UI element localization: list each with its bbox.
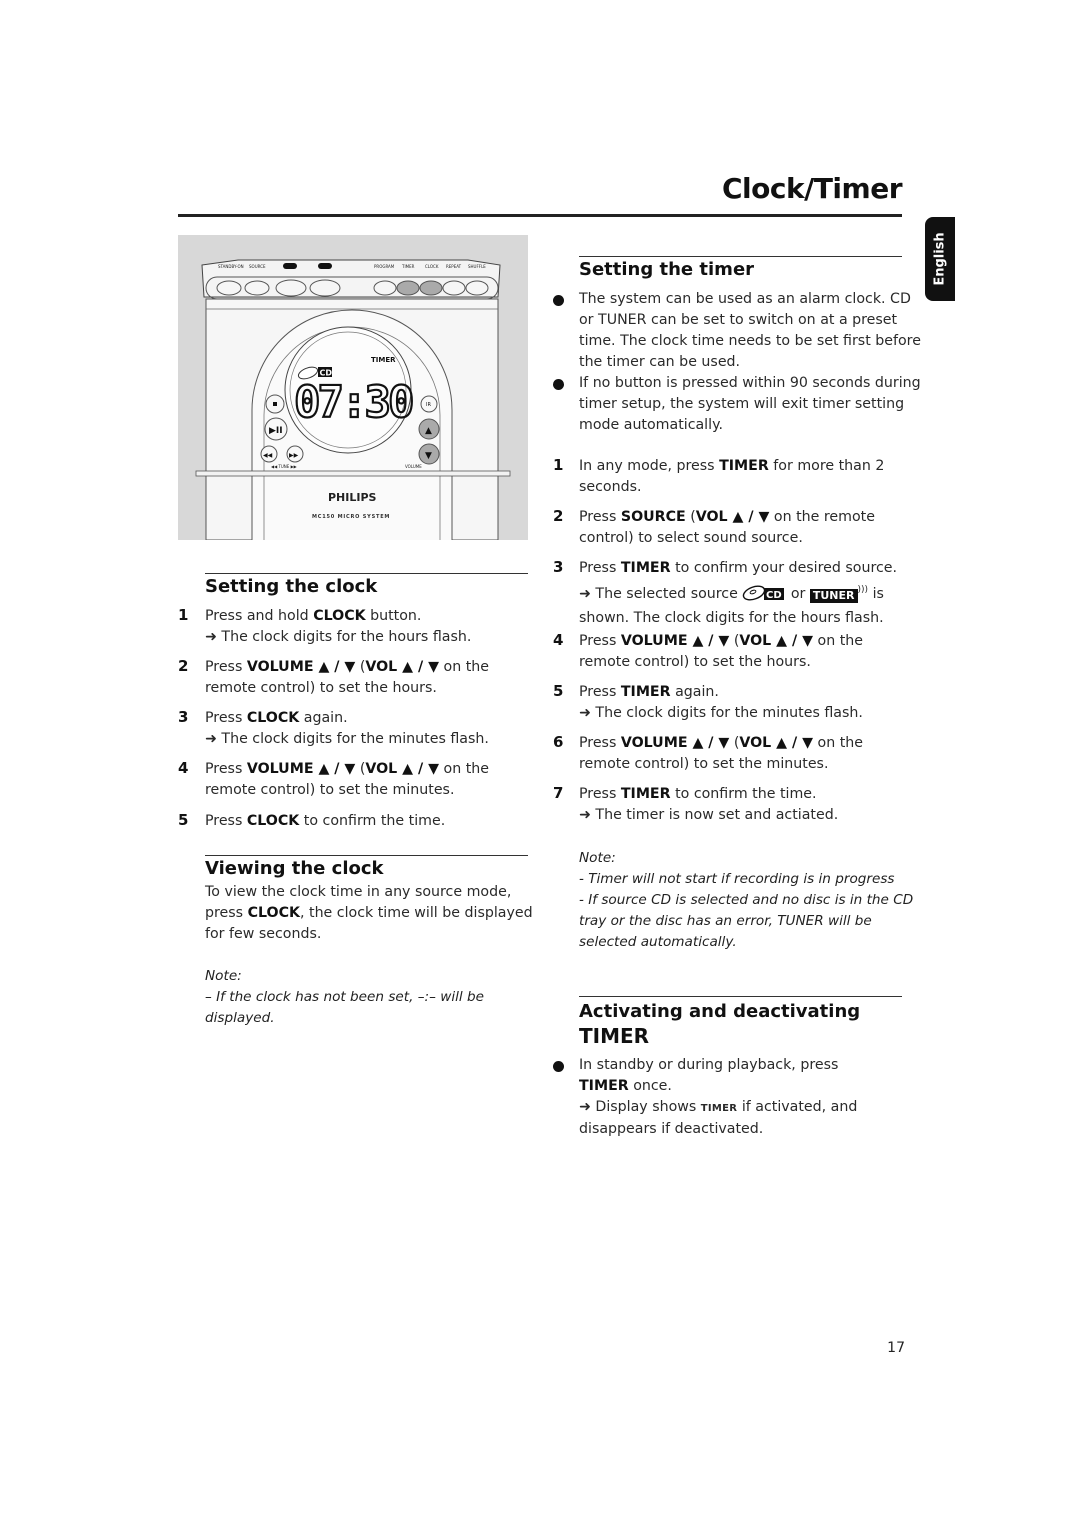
arrow-icon: ➜: [579, 705, 591, 721]
ir-label: IR: [426, 402, 431, 408]
stop-icon: [273, 402, 277, 406]
repeat-button: [442, 280, 466, 296]
label-standby-on: STANDBY-ON: [218, 264, 244, 269]
dbb2-button: [309, 279, 341, 297]
step-text: Press and hold CLOCK button.: [205, 608, 422, 624]
section-rule: [205, 573, 528, 574]
clock-button: [419, 280, 443, 296]
next-icon: ▶▶: [289, 452, 299, 459]
micro-system-drawing: STANDBY-ON SOURCE PROGRAM TIMER CLOCK RE…: [195, 259, 511, 541]
step-number: 3: [178, 708, 189, 726]
program-button: [373, 280, 397, 296]
step-number: 2: [553, 507, 564, 525]
down-triangle-icon: ▼: [425, 451, 432, 461]
cd-source-icon: CD: [742, 585, 786, 608]
step-text: Press VOLUME ▲ / ▼ (VOL ▲ / ▼ on the remo…: [205, 761, 490, 798]
timer-bullet-1: The system can be used as an alarm clock…: [579, 291, 921, 370]
label-clock: CLOCK: [425, 264, 439, 269]
volume-label: VOLUME: [405, 464, 422, 469]
model-name: MC150 MICRO SYSTEM: [312, 514, 390, 520]
label-shuffle: SHUFFLE: [468, 264, 486, 269]
arrow-icon: ➜: [205, 629, 217, 645]
step-text: Press SOURCE (VOL ▲ / ▼ on the remote con…: [579, 509, 875, 546]
arrow-icon: ➜: [579, 586, 591, 602]
viewing-clock-note: Note: – If the clock has not been set, –…: [205, 968, 484, 1026]
bullet-icon: [553, 1061, 564, 1072]
up-triangle-icon: ▲: [425, 426, 432, 436]
prev-icon: ◀◀: [263, 452, 273, 459]
brand-logo: PHILIPS: [328, 491, 377, 504]
section-rule: [579, 256, 902, 257]
section-heading-setting-clock: Setting the clock: [205, 576, 378, 597]
step-number: 1: [553, 456, 564, 474]
title-rule: [178, 214, 902, 217]
step-text: Press TIMER again.: [579, 684, 719, 700]
label-program: PROGRAM: [374, 264, 395, 269]
viewing-clock-text: To view the clock time in any source mod…: [205, 884, 533, 942]
play-pause-icon: ▶II: [269, 426, 283, 436]
bullet-icon: [553, 295, 564, 306]
svg-text:CD: CD: [766, 590, 782, 601]
label-source: SOURCE: [249, 264, 266, 269]
activating-timer-text: In standby or during playback, press TIM…: [579, 1057, 858, 1137]
step-result: ➜ The clock digits for the minutes flash…: [579, 705, 863, 721]
step-number: 4: [553, 631, 564, 649]
step-text: In any mode, press TIMER for more than 2…: [579, 458, 885, 495]
step-result: ➜ The clock digits for the hours flash.: [205, 629, 472, 645]
standby-on-button: [216, 280, 242, 296]
step-text: Press CLOCK to confirm the time.: [205, 813, 446, 829]
timer-button: [396, 280, 420, 296]
display-timer-indicator: TIMER: [371, 356, 396, 364]
tuner-source-icon: TUNER: [809, 589, 858, 603]
step-number: 5: [553, 682, 564, 700]
timer-note: Note: - Timer will not start if recordin…: [579, 850, 914, 950]
tune-label: ◀◀ TUNE ▶▶: [271, 464, 298, 469]
display-time: 07:30: [294, 377, 412, 428]
arrow-icon: ➜: [579, 1099, 591, 1115]
device-illustration: STANDBY-ON SOURCE PROGRAM TIMER CLOCK RE…: [178, 235, 528, 541]
page-title: Clock/Timer: [722, 172, 903, 205]
dbb1-button: [275, 279, 307, 297]
language-label: English: [932, 232, 948, 286]
section-rule: [205, 855, 528, 856]
step-text: Press VOLUME ▲ / ▼ (VOL ▲ / ▼ on the remo…: [579, 735, 864, 772]
bullet-icon: [553, 379, 564, 390]
step-text: Press CLOCK again.: [205, 710, 348, 726]
step-number: 2: [178, 657, 189, 675]
shuffle-button: [465, 280, 489, 296]
signal-waves-icon: ))): [857, 585, 869, 595]
step-number: 4: [178, 759, 189, 777]
step-result: ➜ The timer is now set and actiated.: [579, 807, 839, 823]
section-rule: [579, 996, 902, 997]
section-heading-setting-timer: Setting the timer: [579, 259, 755, 280]
label-timer: TIMER: [401, 264, 415, 269]
step-number: 6: [553, 733, 564, 751]
step-number: 7: [553, 784, 564, 802]
label-repeat: REPEAT: [446, 264, 462, 269]
section-heading-activating-timer: Activating and deactivating TIMER: [579, 1001, 861, 1048]
step-number: 3: [553, 558, 564, 576]
step-text: Press TIMER to confirm the time.: [579, 786, 817, 802]
language-tab: English: [925, 217, 955, 301]
step-number: 5: [178, 811, 189, 829]
step-result: ➜ The selected source CD or TUNER))) is …: [579, 585, 884, 626]
source-button: [244, 280, 270, 296]
step-result: ➜ The clock digits for the minutes flash…: [205, 731, 489, 747]
step-text: Press TIMER to confirm your desired sour…: [579, 560, 898, 576]
arrow-icon: ➜: [579, 807, 591, 823]
step-text: Press VOLUME ▲ / ▼ (VOL ▲ / ▼ on the remo…: [205, 659, 490, 696]
timer-bullet-2: If no button is pressed within 90 second…: [579, 375, 921, 433]
step-text: Press VOLUME ▲ / ▼ (VOL ▲ / ▼ on the remo…: [579, 633, 864, 670]
page-number: 17: [887, 1340, 905, 1356]
step-number: 1: [178, 606, 189, 624]
section-heading-viewing-clock: Viewing the clock: [205, 858, 384, 879]
arrow-icon: ➜: [205, 731, 217, 747]
